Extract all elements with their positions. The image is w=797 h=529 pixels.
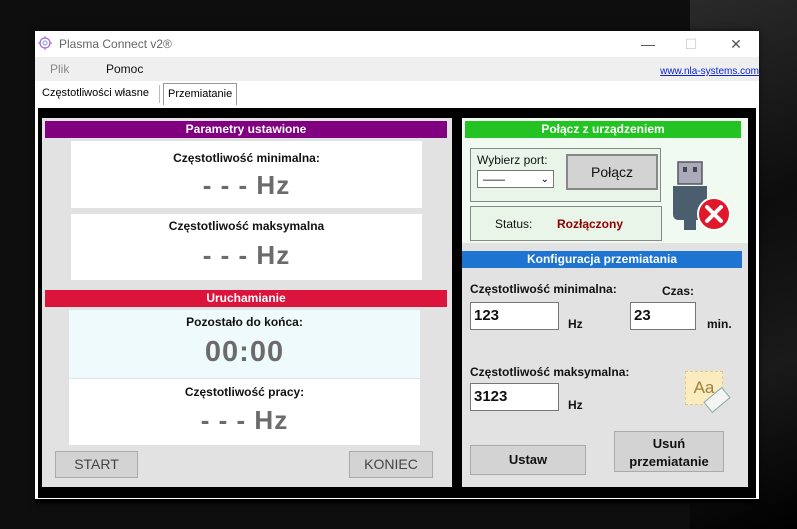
remaining-timer: 00:00 [204, 336, 285, 368]
minimize-button[interactable]: — [633, 34, 663, 54]
tab-custom-frequencies[interactable]: Częstotliwości własne [38, 83, 153, 104]
tab-sweep[interactable]: Przemiatanie [163, 83, 238, 105]
connect-section: Połącz z urządzeniem Wybierz port: —— ⌄ … [462, 118, 748, 243]
start-button[interactable]: START [55, 451, 138, 478]
status-label: Status: [495, 217, 533, 231]
remove-sweep-line2: przemiatanie [629, 454, 709, 469]
window-title: Plasma Connect v2® [59, 37, 172, 51]
set-button[interactable]: Ustaw [470, 445, 586, 475]
close-button[interactable]: ✕ [721, 34, 751, 54]
work-frequency-label: Częstotliwość pracy: [184, 385, 305, 399]
max-frequency-card: Częstotliwość maksymalna - - - Hz [71, 214, 422, 280]
connect-button[interactable]: Połącz [566, 154, 658, 190]
work-frequency-card: Częstotliwość pracy: - - - Hz [69, 379, 420, 445]
remaining-label: Pozostało do końca: [186, 315, 303, 329]
plasma-app-icon [38, 36, 52, 50]
tab-divider [159, 85, 160, 103]
title-bar[interactable]: Plasma Connect v2® — ☐ ✕ [35, 31, 759, 57]
website-link[interactable]: www.nla-systems.com [660, 66, 759, 77]
config-min-input[interactable]: 123 [470, 302, 559, 330]
left-panel: Parametry ustawione Częstotliwość minima… [42, 118, 452, 487]
max-frequency-value: - - - Hz [202, 240, 291, 270]
port-select[interactable]: —— ⌄ [477, 170, 554, 188]
config-max-label: Częstotliwość maksymalna: [470, 365, 630, 379]
tab-bar: Częstotliwości własne Przemiatanie [35, 81, 759, 108]
config-time-input[interactable]: 23 [630, 302, 696, 330]
menu-bar: Plik Pomoc www.nla-systems.com [35, 57, 759, 81]
remove-sweep-button[interactable]: Usuń przemiatanie [614, 431, 724, 472]
work-frequency-value: - - - Hz [200, 405, 289, 435]
connect-header: Połącz z urządzeniem [465, 121, 741, 138]
max-frequency-label: Częstotliwość maksymalna [168, 219, 325, 233]
app-window: Plasma Connect v2® — ☐ ✕ Plik Pomoc www.… [35, 31, 759, 503]
config-time-label: Czas: [662, 284, 695, 298]
config-min-unit: Hz [568, 317, 583, 331]
config-max-unit: Hz [568, 398, 583, 412]
config-time-unit: min. [707, 317, 732, 331]
min-frequency-value: - - - Hz [202, 170, 291, 200]
usb-disconnected-icon [673, 161, 731, 231]
remove-sweep-line1: Usuń [652, 436, 686, 451]
params-header: Parametry ustawione [45, 121, 447, 138]
port-select-value: —— [483, 174, 505, 186]
maximize-button[interactable]: ☐ [676, 34, 706, 54]
config-max-input[interactable]: 3123 [470, 383, 559, 411]
port-label: Wybierz port: [477, 153, 548, 167]
menu-file[interactable]: Plik [50, 62, 69, 76]
min-frequency-card: Częstotliwość minimalna: - - - Hz [71, 141, 422, 208]
right-panel: Połącz z urządzeniem Wybierz port: —— ⌄ … [462, 118, 748, 487]
config-header: Konfiguracja przemiatania [462, 251, 742, 268]
menu-help[interactable]: Pomoc [106, 62, 143, 76]
clear-text-icon[interactable]: Aa [685, 371, 731, 415]
content-area: Parametry ustawione Częstotliwość minima… [38, 108, 756, 498]
config-min-label: Częstotliwość minimalna: [470, 282, 617, 296]
end-button[interactable]: KONIEC [349, 451, 433, 478]
run-header: Uruchamianie [45, 290, 447, 307]
remaining-card: Pozostało do końca: 00:00 [69, 310, 420, 378]
port-group: Wybierz port: —— ⌄ Połącz [470, 148, 661, 202]
chevron-down-icon: ⌄ [540, 174, 549, 185]
min-frequency-label: Częstotliwość minimalna: [173, 151, 320, 165]
window-bottom-edge [35, 499, 759, 503]
status-value: Rozłączony [557, 217, 624, 231]
status-group: Status: Rozłączony [470, 206, 662, 241]
